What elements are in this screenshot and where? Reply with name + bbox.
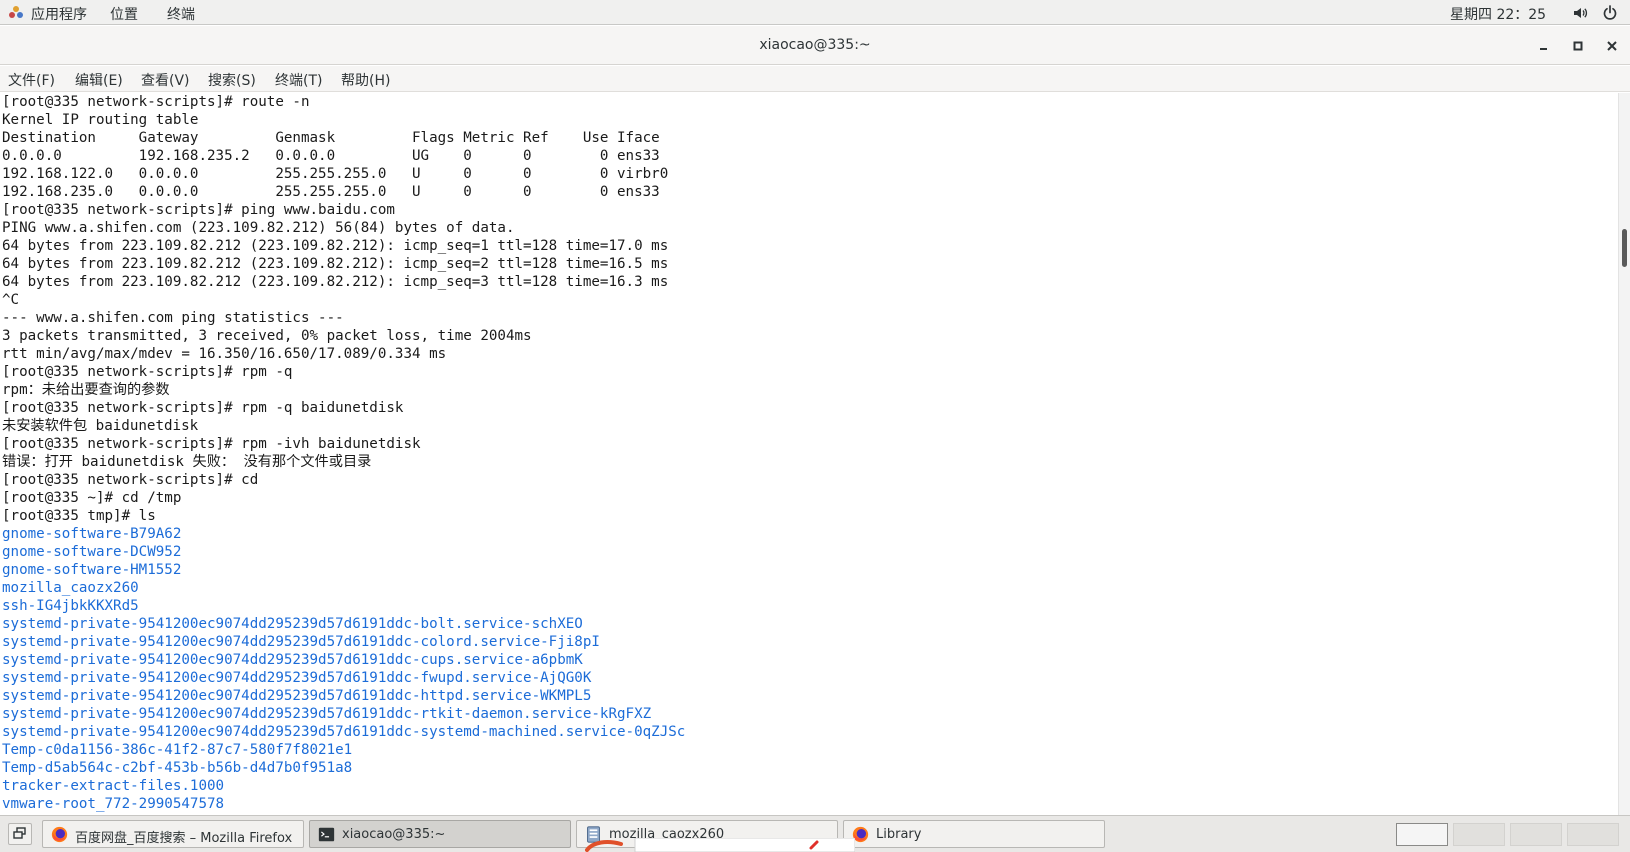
task-label: 百度网盘_百度搜索 – Mozilla Firefox [75, 831, 293, 846]
directory-entry: gnome-software-DCW952 [2, 544, 182, 560]
task-firefox-baidu[interactable]: 百度网盘_百度搜索 – Mozilla Firefox [42, 820, 304, 848]
menu-file[interactable]: 文件(F) [8, 70, 55, 90]
directory-entry: systemd-private-9541200ec9074dd295239d57… [2, 670, 592, 686]
directory-entry: tracker-extract-files.1000 [2, 778, 225, 794]
terminal-line: [root@335 network-scripts]# rpm -ivh bai… [2, 436, 421, 452]
firefox-icon [51, 826, 68, 843]
directory-entry: systemd-private-9541200ec9074dd295239d57… [2, 652, 583, 668]
applications-menu[interactable]: 应用程序 [31, 4, 87, 24]
terminal-scrollbar[interactable] [1618, 93, 1630, 815]
terminal-line: 3 packets transmitted, 3 received, 0% pa… [2, 328, 532, 344]
terminal-line: rpm：未给出要查询的参数 [2, 382, 170, 398]
power-icon[interactable] [1602, 5, 1618, 21]
menu-view[interactable]: 查看(V) [141, 70, 190, 90]
workspace-2[interactable] [1453, 823, 1505, 846]
terminal-line: [root@335 network-scripts]# cd [2, 472, 259, 488]
workspace-4[interactable] [1567, 823, 1619, 846]
terminal-line: 64 bytes from 223.109.82.212 (223.109.82… [2, 256, 669, 272]
directory-entry: mozilla_caozx260 [2, 580, 139, 596]
terminal-line: Kernel IP routing table [2, 112, 199, 128]
directory-entry: gnome-software-B79A62 [2, 526, 182, 542]
terminal-line: Destination Gateway Genmask Flags Metric… [2, 130, 660, 146]
terminal-line: 错误：打开 baidunetdisk 失败： 没有那个文件或目录 [2, 454, 372, 470]
terminal-line: 0.0.0.0 192.168.235.2 0.0.0.0 UG 0 0 0 e… [2, 148, 660, 164]
workspace-1[interactable] [1396, 823, 1448, 846]
directory-entry: systemd-private-9541200ec9074dd295239d57… [2, 724, 686, 740]
scrollbar-thumb[interactable] [1622, 229, 1627, 267]
places-menu[interactable]: 位置 [110, 4, 138, 24]
menu-help[interactable]: 帮助(H) [341, 70, 390, 90]
workspace-3[interactable] [1510, 823, 1562, 846]
minimize-icon[interactable] [1536, 38, 1552, 54]
task-terminal[interactable]: xiaocao@335:~ [309, 820, 571, 848]
directory-entry: systemd-private-9541200ec9074dd295239d57… [2, 634, 600, 650]
top-bar: 应用程序 位置 终端 星期四 22：25 [0, 0, 1630, 25]
terminal-line: 64 bytes from 223.109.82.212 (223.109.82… [2, 238, 669, 254]
terminal-icon [318, 827, 335, 842]
terminal-line: rtt min/avg/max/mdev = 16.350/16.650/17.… [2, 346, 447, 362]
show-desktop-icon [13, 827, 26, 839]
directory-entry: ssh-IG4jbkKKXRd5 [2, 598, 139, 614]
terminal-line: [root@335 ~]# cd /tmp [2, 490, 182, 506]
terminal-line: ^C [2, 292, 20, 308]
terminal-menubar: 文件(F) 编辑(E) 查看(V) 搜索(S) 终端(T) 帮助(H) [0, 66, 1630, 92]
terminal-line: 192.168.122.0 0.0.0.0 255.255.255.0 U 0 … [2, 166, 669, 182]
volume-icon[interactable] [1572, 5, 1588, 21]
menu-search[interactable]: 搜索(S) [208, 70, 256, 90]
window-title: xiaocao@335:~ [759, 37, 871, 53]
terminal-line: [root@335 network-scripts]# route -n [2, 94, 310, 110]
applications-icon[interactable] [9, 6, 23, 20]
directory-entry: systemd-private-9541200ec9074dd295239d57… [2, 706, 652, 722]
task-label: Library [876, 827, 922, 842]
terminal-output[interactable]: [root@335 network-scripts]# route -n Kern… [0, 93, 1618, 815]
directory-entry: systemd-private-9541200ec9074dd295239d57… [2, 688, 592, 704]
show-desktop-button[interactable] [8, 823, 32, 845]
task-firefox-library[interactable]: Library [843, 820, 1105, 848]
terminal-line: 192.168.235.0 0.0.0.0 255.255.255.0 U 0 … [2, 184, 660, 200]
directory-entry: Temp-d5ab564c-c2bf-453b-b56b-d4d7b0f951a… [2, 760, 353, 776]
terminal-line: 64 bytes from 223.109.82.212 (223.109.82… [2, 274, 669, 290]
terminal-line: [root@335 tmp]# ls [2, 508, 156, 524]
terminal-lines: [root@335 network-scripts]# route -n Kern… [2, 93, 685, 813]
menu-edit[interactable]: 编辑(E) [75, 70, 123, 90]
directory-entry: gnome-software-HM1552 [2, 562, 182, 578]
terminal-line: [root@335 network-scripts]# ping www.bai… [2, 202, 395, 218]
directory-entry: systemd-private-9541200ec9074dd295239d57… [2, 616, 583, 632]
directory-entry: Temp-c0da1156-386c-41f2-87c7-580f7f8021e… [2, 742, 353, 758]
partial-annotation-stroke [585, 838, 855, 852]
terminal-line: [root@335 network-scripts]# rpm -q baidu… [2, 400, 404, 416]
clock[interactable]: 星期四 22：25 [1450, 4, 1546, 24]
directory-entry: vmware-root_772-2990547578 [2, 796, 225, 812]
window-titlebar[interactable]: xiaocao@335:~ [0, 26, 1630, 65]
maximize-icon[interactable] [1570, 38, 1586, 54]
task-label: xiaocao@335:~ [342, 827, 446, 842]
terminal-line: [root@335 network-scripts]# rpm -q [2, 364, 293, 380]
terminal-line: 未安装软件包 baidunetdisk [2, 418, 199, 434]
close-icon[interactable] [1604, 38, 1620, 54]
terminal-app-menu[interactable]: 终端 [167, 4, 195, 24]
terminal-line: PING www.a.shifen.com (223.109.82.212) 5… [2, 220, 515, 236]
terminal-line: --- www.a.shifen.com ping statistics --- [2, 310, 344, 326]
menu-terminal[interactable]: 终端(T) [275, 70, 322, 90]
